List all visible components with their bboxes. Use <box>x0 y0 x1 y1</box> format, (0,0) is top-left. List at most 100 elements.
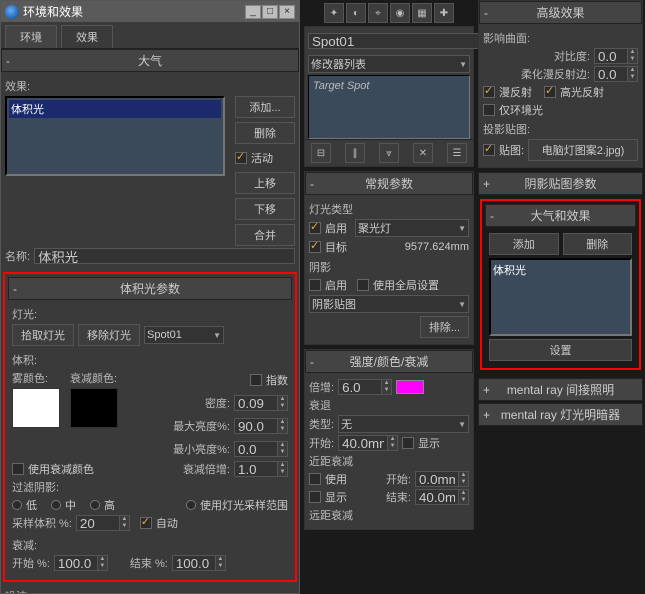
pin-stack-icon[interactable]: ⊟ <box>311 143 331 163</box>
motion-tab-icon[interactable]: ◉ <box>390 3 410 23</box>
contrast-spinner[interactable]: ▲▼ <box>594 48 638 64</box>
active-checkbox[interactable] <box>235 152 247 164</box>
atmfx-add-button[interactable]: 添加 <box>489 233 559 255</box>
rollout-atmosphere[interactable]: - 大气 <box>1 49 299 72</box>
decay-type-dropdown[interactable]: 无▼ <box>338 415 469 433</box>
unique-icon[interactable]: ⩔ <box>379 143 399 163</box>
decay-show-checkbox[interactable] <box>402 437 414 449</box>
multiplier-spinner[interactable]: ▲▼ <box>338 379 392 395</box>
window-controls: _ □ × <box>245 5 295 19</box>
modifier-list-dropdown[interactable]: 修改器列表 ▼ <box>308 55 470 73</box>
min-light-spinner[interactable]: ▲▼ <box>234 441 288 457</box>
atmfx-setup-button[interactable]: 设置 <box>489 339 632 361</box>
modifier-stack[interactable]: Target Spot <box>308 75 470 139</box>
atmfx-list-item[interactable]: 体积光 <box>493 262 628 278</box>
sample-vol-spinner[interactable]: ▲▼ <box>76 515 130 531</box>
effect-name-input[interactable] <box>34 248 295 264</box>
na-start-spinner[interactable]: ▲▼ <box>415 471 469 487</box>
window-title: 环境和效果 <box>23 3 83 20</box>
display-tab-icon[interactable]: ▦ <box>412 3 432 23</box>
atten-start-spinner[interactable]: ▲▼ <box>54 555 108 571</box>
chevron-down-icon: ▼ <box>213 331 221 340</box>
rollout-volumetric[interactable]: - 体积光参数 <box>8 277 292 300</box>
target-checkbox[interactable] <box>309 241 321 253</box>
projmap-button[interactable]: 电脑灯图案2.jpg) <box>528 139 638 161</box>
chevron-down-icon: ▼ <box>458 420 466 429</box>
atten-end-spinner[interactable]: ▲▼ <box>172 555 226 571</box>
radio-low[interactable] <box>12 500 22 510</box>
remove-light-button[interactable]: 移除灯光 <box>78 324 140 346</box>
shadow-enable-checkbox[interactable] <box>309 279 321 291</box>
modify-tab-icon[interactable]: ◐ <box>346 3 366 23</box>
rollout-mr-indirect[interactable]: +mental ray 间接照明 <box>478 378 643 401</box>
enable-light-checkbox[interactable] <box>309 222 321 234</box>
rollout-atmfx[interactable]: -大气和效果 <box>485 204 636 227</box>
exponential-checkbox[interactable] <box>250 374 262 386</box>
projmap-checkbox[interactable] <box>483 144 495 156</box>
name-label: 名称: <box>5 248 30 264</box>
modifier-item[interactable]: Target Spot <box>313 80 369 92</box>
show-end-icon[interactable]: ∥ <box>345 143 365 163</box>
exclude-button[interactable]: 排除... <box>420 316 469 338</box>
auto-checkbox[interactable] <box>140 517 152 529</box>
chevron-down-icon: ▼ <box>459 60 467 69</box>
effects-list-item[interactable]: 体积光 <box>9 100 221 118</box>
moveup-button[interactable]: 上移 <box>235 172 295 194</box>
atten-mult-spinner[interactable]: ▲▼ <box>234 461 288 477</box>
delete-effect-button[interactable]: 删除 <box>235 122 295 144</box>
filter-shadows-label: 过滤阴影: <box>12 479 59 495</box>
density-spinner[interactable]: ▲▼ <box>234 395 288 411</box>
specular-checkbox[interactable] <box>544 86 556 98</box>
na-end-spinner[interactable]: ▲▼ <box>415 489 469 505</box>
chevron-down-icon: ▼ <box>458 224 466 233</box>
rollout-mr-shader[interactable]: +mental ray 灯光明暗器 <box>478 403 643 426</box>
diffuse-checkbox[interactable] <box>483 86 495 98</box>
max-light-spinner[interactable]: ▲▼ <box>234 418 288 434</box>
radio-high[interactable] <box>90 500 100 510</box>
decay-start-spinner[interactable]: ▲▼ <box>338 435 398 451</box>
use-atten-color-checkbox[interactable] <box>12 463 24 475</box>
radio-mid[interactable] <box>51 500 61 510</box>
radio-use-sample[interactable] <box>186 500 196 510</box>
use-global-checkbox[interactable] <box>357 279 369 291</box>
fog-color-swatch[interactable] <box>12 388 60 428</box>
effects-label: 效果: <box>5 78 30 94</box>
shadow-type-dropdown[interactable]: 阴影贴图 ▼ <box>309 295 469 313</box>
command-panel-tabs: ✦ ◐ ⌖ ◉ ▦ ✚ <box>304 0 474 26</box>
volume-label: 体积: <box>12 352 37 368</box>
hierarchy-tab-icon[interactable]: ⌖ <box>368 3 388 23</box>
fog-color-label: 雾颜色: <box>12 370 60 386</box>
light-dropdown[interactable]: Spot01 ▼ <box>144 326 224 344</box>
movedown-button[interactable]: 下移 <box>235 198 295 220</box>
ambient-only-checkbox[interactable] <box>483 104 495 116</box>
atmfx-delete-button[interactable]: 删除 <box>563 233 633 255</box>
na-use-checkbox[interactable] <box>309 473 321 485</box>
rollout-intensity[interactable]: -强度/颜色/衰减 <box>305 350 473 373</box>
utilities-tab-icon[interactable]: ✚ <box>434 3 454 23</box>
minimize-button[interactable]: _ <box>245 5 261 19</box>
light-color-swatch[interactable] <box>396 380 424 394</box>
lights-label: 灯光: <box>12 306 37 322</box>
na-show-checkbox[interactable] <box>309 491 321 503</box>
atten-color-label: 衰减颜色: <box>70 370 118 386</box>
remove-mod-icon[interactable]: ✕ <box>413 143 433 163</box>
configure-sets-icon[interactable]: ☰ <box>447 143 467 163</box>
add-effect-button[interactable]: 添加... <box>235 96 295 118</box>
create-tab-icon[interactable]: ✦ <box>324 3 344 23</box>
object-name-input[interactable] <box>308 33 493 49</box>
tab-environment[interactable]: 环境 <box>5 25 57 48</box>
merge-button[interactable]: 合并 <box>235 224 295 246</box>
pick-light-button[interactable]: 拾取灯光 <box>12 324 74 346</box>
close-button[interactable]: × <box>279 5 295 19</box>
tab-effects[interactable]: 效果 <box>61 25 113 48</box>
atten-color-swatch[interactable] <box>70 388 118 428</box>
effects-list[interactable]: 体积光 <box>5 96 225 176</box>
chevron-down-icon: ▼ <box>458 300 466 309</box>
rollout-advanced-effects[interactable]: -高级效果 <box>479 1 642 24</box>
rollout-shadowmap[interactable]: +阴影贴图参数 <box>478 172 643 195</box>
maximize-button[interactable]: □ <box>262 5 278 19</box>
atmfx-list[interactable]: 体积光 <box>489 258 632 336</box>
soften-spinner[interactable]: ▲▼ <box>594 66 638 82</box>
light-type-dropdown[interactable]: 聚光灯 ▼ <box>355 219 469 237</box>
rollout-general[interactable]: -常规参数 <box>305 172 473 195</box>
